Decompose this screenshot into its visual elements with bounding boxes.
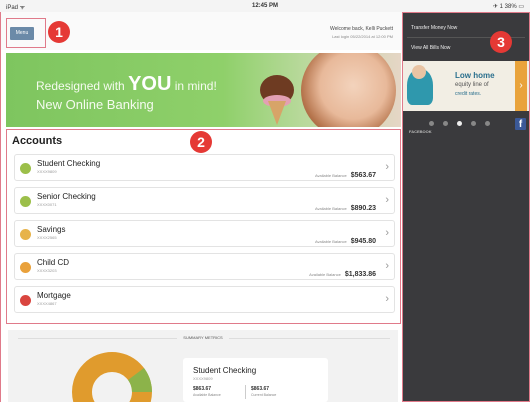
summary-title-text: SUMMARY METRICS <box>177 335 229 340</box>
annotation-badge-2: 2 <box>190 131 212 153</box>
balance-value: $563.67 <box>350 172 376 179</box>
banner-headline: Redesigned with YOU in mind! <box>36 73 217 96</box>
transfer-money-link[interactable]: Transfer Money Now <box>411 25 457 31</box>
account-status-icon <box>20 295 31 306</box>
facebook-label: FACEBOOK <box>409 129 432 134</box>
banner-headline-prefix: Redesigned with <box>36 79 125 93</box>
account-status-icon <box>20 163 31 174</box>
account-name: Savings <box>37 225 66 234</box>
ice-cream-cone <box>268 101 286 125</box>
battery-indicator: ✈ 1 38% ▭ <box>492 4 524 10</box>
annotation-badge-1: 1 <box>48 21 70 43</box>
chevron-right-icon: › <box>385 293 389 305</box>
status-bar: iPad ᯤ 12:45 PM ✈ 1 38% ▭ <box>0 0 530 12</box>
chevron-right-icon: › <box>385 227 389 239</box>
main-content: Menu Welcome back, Kelli Puckett Last lo… <box>0 12 403 402</box>
account-status-icon <box>20 262 31 273</box>
last-login-text: Last login 05/22/2014 at 12:00 PM <box>332 34 393 39</box>
banner-headline-emphasis: YOU <box>128 73 172 95</box>
account-balance-block: Available Balance $1,833.86 <box>309 263 376 281</box>
banner-headline-suffix: in mind! <box>174 79 217 93</box>
sidebar-promo-card[interactable]: Low home equity line of credit rates. › <box>403 61 529 111</box>
carousel-dot[interactable] <box>471 121 476 126</box>
view-bills-link[interactable]: View All Bills Now <box>411 45 450 51</box>
menu-button[interactable]: Menu <box>10 27 34 40</box>
carousel-dot-active[interactable] <box>457 121 462 126</box>
account-row[interactable]: Mortgage XXXX4867 › <box>14 286 395 313</box>
summary-title: SUMMARY METRICS <box>8 335 398 340</box>
account-name: Child CD <box>37 258 70 267</box>
welcome-block: Welcome back, Kelli Puckett Last login 0… <box>330 26 393 40</box>
account-number: XXXX2565 <box>37 235 57 240</box>
banner-photo <box>301 53 396 127</box>
summary-account-card[interactable]: Student Checking XXXX9809 $863.67 $863.6… <box>183 358 328 402</box>
carousel-dot[interactable] <box>443 121 448 126</box>
promo-title: Low home <box>455 71 495 80</box>
promo-photo-head <box>412 65 426 79</box>
chevron-right-icon: › <box>385 194 389 206</box>
promo-banner[interactable]: Redesigned with YOU in mind! New Online … <box>6 53 401 127</box>
account-row[interactable]: Savings XXXX2565 Available Balance $945.8… <box>14 220 395 247</box>
account-number: XXXX3203 <box>37 268 57 273</box>
account-status-icon <box>20 196 31 207</box>
chevron-right-icon: › <box>385 161 389 173</box>
accounts-title: Accounts <box>12 135 63 147</box>
account-balance-block: Available Balance $890.23 <box>315 197 376 215</box>
account-number: XXXX0071 <box>37 202 57 207</box>
balance-donut-chart[interactable] <box>70 350 154 402</box>
account-name: Mortgage <box>37 291 71 300</box>
menu-highlight: Menu <box>6 18 46 48</box>
carousel-dots <box>429 113 499 131</box>
banner-subheadline: New Online Banking <box>36 97 154 112</box>
balance-label: Available Balance <box>314 173 347 178</box>
account-name: Senior Checking <box>37 192 96 201</box>
carousel-dot[interactable] <box>485 121 490 126</box>
summary-card-divider <box>245 385 246 399</box>
account-row[interactable]: Senior Checking XXXX0071 Available Balan… <box>14 187 395 214</box>
account-balance-block: Available Balance $945.80 <box>315 230 376 248</box>
right-sidebar: Transfer Money Now View All Bills Now Lo… <box>402 12 530 402</box>
balance-label: Available Balance <box>314 206 347 211</box>
promo-subtitle: equity line of <box>455 82 489 88</box>
summary-current-value: $863.67 <box>251 386 270 392</box>
carousel-dot[interactable] <box>429 121 434 126</box>
account-balance-block: Available Balance $563.67 <box>315 164 376 182</box>
balance-value: $1,833.86 <box>344 271 376 278</box>
welcome-text: Welcome back, Kelli Puckett <box>330 26 393 32</box>
account-number: XXXX9809 <box>37 169 57 174</box>
clock: 12:45 PM <box>251 3 278 9</box>
facebook-icon[interactable]: f <box>515 118 526 130</box>
balance-value: $890.23 <box>350 205 376 212</box>
summary-account-number: XXXX9809 <box>193 376 213 381</box>
summary-available-value: $863.67 <box>193 386 212 392</box>
chevron-right-icon: › <box>385 260 389 272</box>
accounts-panel: Accounts Student Checking XXXX9809 Avail… <box>6 129 401 324</box>
balance-label: Available Balance <box>314 239 347 244</box>
summary-account-name: Student Checking <box>193 366 257 375</box>
account-name: Student Checking <box>37 159 101 168</box>
account-row[interactable]: Child CD XXXX3203 Available Balance $1,83… <box>14 253 395 280</box>
account-status-icon <box>20 229 31 240</box>
account-row[interactable]: Student Checking XXXX9809 Available Bala… <box>14 154 395 181</box>
promo-next-icon[interactable]: › <box>515 61 527 111</box>
annotation-badge-3: 3 <box>490 31 512 53</box>
balance-label: Available Balance <box>309 272 341 277</box>
summary-current-label: Current Balance <box>251 393 277 397</box>
donut-accent-segment <box>127 368 152 393</box>
promo-subtitle-2: credit rates. <box>455 91 482 97</box>
balance-value: $945.80 <box>350 238 376 245</box>
account-number: XXXX4867 <box>37 301 57 306</box>
summary-available-label: Available Balance <box>193 393 221 397</box>
summary-metrics: SUMMARY METRICS Student Checking XXXX980… <box>8 330 398 402</box>
